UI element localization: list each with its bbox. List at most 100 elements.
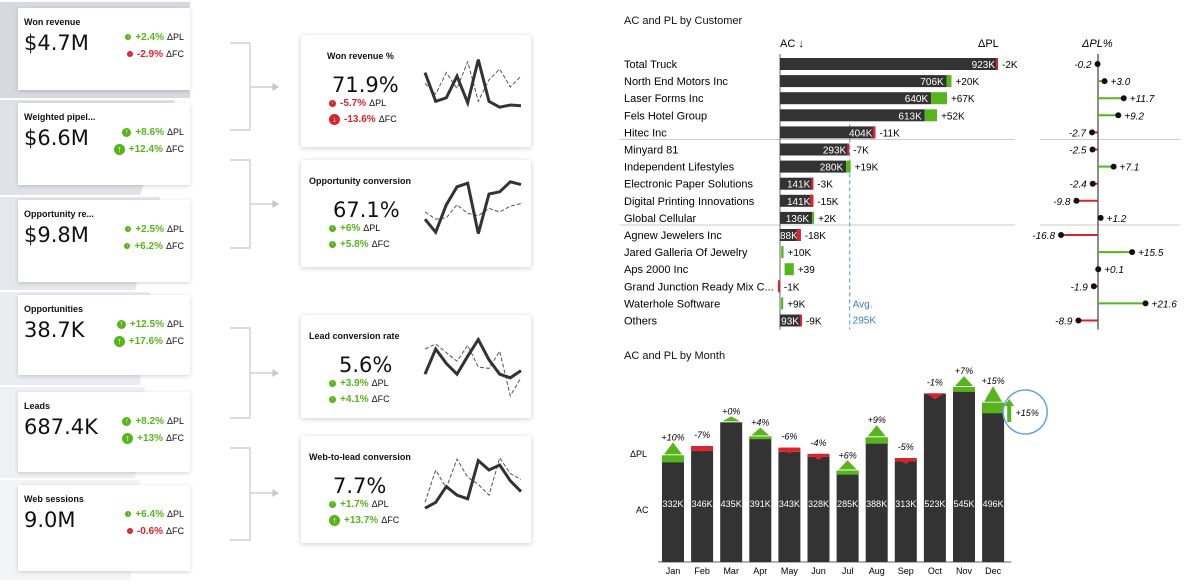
pct-label: +7% [955,366,973,376]
delta-bar [777,280,780,293]
up-arrow-icon [722,416,741,422]
metric-delta-value: +6% [340,223,361,234]
ac-label: 545K [953,499,974,509]
ac-label: 293K [823,146,847,157]
ac-bar [807,456,830,562]
kpi-delta-label: ΔPL [166,224,184,234]
kpi-card: Weighted pipel... $6.6M ↑ +8.6% ΔPL ↑ +12.4% ΔF… [18,103,190,185]
pct-dot [1115,112,1122,119]
delta-bar [799,314,802,327]
delta-label: +39 [798,265,815,276]
kpi-delta: ↑ +2.4% ΔPL [125,32,184,43]
up-arrow-icon: ↑ [113,336,125,347]
kpi-delta: ↑ +12.5% ΔPL [116,319,184,330]
category-label: Fels Hotel Group [624,110,707,122]
ac-label: 141K [787,180,811,191]
category-label: Independent Lifestyles [624,162,735,174]
kpi-title: Leads [24,401,51,411]
category-label: Waterhole Software [624,298,720,310]
kpi-value: $6.6M [24,126,89,150]
kpi-delta-value: +8.6% [135,127,164,138]
kpi-delta: ↑ +6.4% ΔPL [125,509,184,520]
month-chart-title: AC and PL by Month [624,350,726,362]
row-label-ac: AC [636,505,649,515]
pct-label: +15.5 [1138,248,1164,259]
down-arrow-icon: ↓ [126,51,133,58]
pct-label: -4% [810,438,826,448]
pct-label: +9.2 [1124,111,1144,122]
delta-label: +20K [955,77,979,88]
sparkline-actual [424,457,523,510]
delta-label: +10K [788,248,812,259]
month-label: May [781,566,799,576]
delta-bar [872,126,876,139]
kpi-delta-label: ΔFC [165,144,184,155]
delta-label: +52K [941,111,965,122]
kpi-delta-value: +2.4% [135,32,164,43]
kpi-delta-value: +12.5% [129,319,164,330]
kpi-delta-value: +6.4% [135,509,164,520]
pct-label: -6% [781,432,797,442]
sparkline [423,59,522,109]
category-label: Electronic Paper Solutions [624,179,754,191]
delta-bar [924,109,938,122]
ac-bar [894,461,917,562]
delta-label: +2K [818,214,836,225]
pct-label: -5% [898,442,914,452]
ac-label: 285K [837,499,858,509]
metric-value: 5.6% [339,353,393,377]
kpi-delta-value: +6.2% [134,241,163,252]
ac-label: 523K [924,499,945,509]
pct-dot [1142,300,1149,307]
kpi-title: Won revenue [24,17,81,27]
kpi-delta-label: ΔFC [165,241,184,251]
metric-delta-label: ΔPL [363,223,381,233]
ac-label: 346K [692,499,713,509]
pct-dot [1058,232,1065,238]
up-arrow-icon [664,442,682,455]
kpi-delta: ↑ +8.2% ΔPL [122,416,184,427]
metric-delta-value: +3.9% [340,378,369,389]
pct-label: -0.2 [1074,60,1092,71]
kpi-delta: ↑ +13% ΔFC [122,433,184,444]
delta-label: -18K [805,231,826,242]
up-arrow-icon [867,425,886,437]
pct-dot [1129,249,1136,256]
average-value: 295K [853,316,877,327]
kpi-delta: ↓ -0.6% ΔFC [126,526,184,537]
ac-label: 332K [662,499,683,509]
up-arrow-icon: ↑ [122,433,134,444]
ac-bar [923,394,946,562]
delta-label: +9K [787,299,805,310]
up-arrow-icon: ↑ [329,379,336,387]
kpi-delta-value: +2.5% [135,224,164,235]
pct-label: -1.9 [1071,282,1089,293]
metric-card: Lead conversion rate 5.6% ↑ +3.9% ΔPL ↑ +4.1% Δ… [301,315,531,418]
down-arrow-icon: ↓ [329,99,336,107]
pct-label: -1% [927,377,943,387]
kpi-delta: ↑ +2.5% ΔPL [125,224,184,235]
category-label: Jared Galleria Of Jewelry [624,247,748,259]
ac-label: 280K [820,163,844,174]
delta-bar [796,229,801,241]
ac-label: 136K [786,214,810,225]
delta-bar [809,194,814,207]
kpi-delta-label: ΔPL [166,319,184,329]
metric-delta-label: ΔPL [371,499,389,509]
pct-label: +1.2 [1107,214,1127,225]
month-label: Sep [898,566,914,576]
pct-label: +7.1 [1120,163,1140,174]
up-arrow-icon [984,386,1003,402]
metric-delta-label: ΔPL [369,98,387,108]
metric-value: 71.9% [332,73,399,97]
col-header-dpl-pct: ΔPL% [1081,38,1113,50]
up-arrow-icon: ↑ [329,515,340,526]
pct-label: -2.4 [1069,180,1087,191]
month-label: Aug [869,566,885,576]
category-label: North End Motors Inc [624,76,728,88]
row-label-dpl: ΔPL [630,449,647,459]
pct-dot [1094,61,1101,67]
category-label: Aps 2000 Inc [624,264,689,276]
kpi-card: Web sessions 9.0M ↑ +6.4% ΔPL ↓ -0.6% ΔFC [18,485,190,571]
delta-bar [946,75,952,88]
